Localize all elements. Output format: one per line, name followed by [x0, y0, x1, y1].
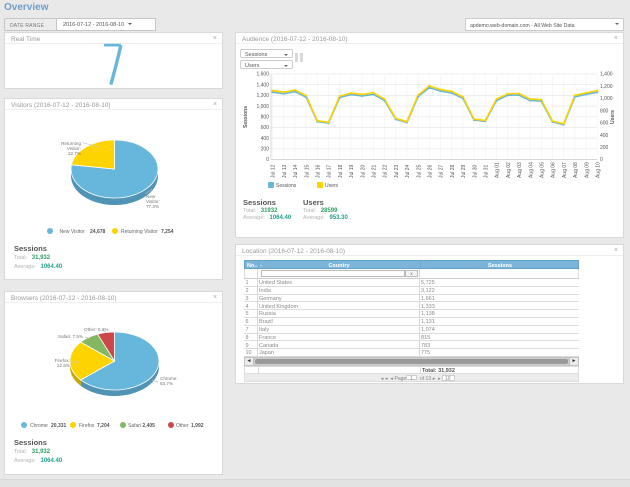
svg-text:Aug 08: Aug 08: [573, 162, 579, 178]
svg-text:Jul 18: Jul 18: [338, 164, 344, 178]
svg-text:1,000: 1,000: [256, 104, 269, 110]
svg-text:Jul 30: Jul 30: [472, 164, 478, 178]
svg-text:Users: Users: [610, 110, 616, 124]
svg-text:Jul 12: Jul 12: [271, 164, 277, 178]
svg-text:400: 400: [261, 136, 270, 142]
svg-text:Jul 14: Jul 14: [293, 164, 299, 178]
svg-text:Jul 26: Jul 26: [428, 164, 434, 178]
svg-text:Jul 28: Jul 28: [450, 164, 456, 178]
svg-text:200: 200: [600, 145, 609, 151]
svg-text:Jul 22: Jul 22: [383, 164, 389, 178]
svg-text:Aug 04: Aug 04: [528, 162, 534, 178]
svg-text:Jul 19: Jul 19: [349, 164, 355, 178]
svg-text:1,600: 1,600: [256, 72, 269, 78]
svg-text:1,200: 1,200: [256, 93, 269, 99]
svg-text:Aug 07: Aug 07: [562, 162, 568, 178]
svg-text:Jul 24: Jul 24: [405, 164, 411, 178]
svg-text:Jul 17: Jul 17: [327, 164, 333, 178]
svg-text:200: 200: [261, 147, 270, 153]
svg-text:Aug 05: Aug 05: [540, 162, 546, 178]
svg-text:400: 400: [600, 133, 609, 139]
svg-text:600: 600: [261, 125, 270, 131]
svg-text:Sessions: Sessions: [243, 106, 249, 128]
svg-text:1,200: 1,200: [600, 84, 613, 90]
svg-text:Jul 23: Jul 23: [394, 164, 400, 178]
svg-text:Jul 21: Jul 21: [372, 164, 378, 178]
svg-text:Aug 09: Aug 09: [584, 162, 590, 178]
svg-text:Aug 02: Aug 02: [506, 162, 512, 178]
svg-text:1,400: 1,400: [256, 82, 269, 88]
svg-text:Aug 01: Aug 01: [495, 162, 501, 178]
svg-text:Jul 20: Jul 20: [360, 164, 366, 178]
svg-text:600: 600: [600, 121, 609, 127]
svg-text:Aug 03: Aug 03: [517, 162, 523, 178]
svg-text:Jul 27: Jul 27: [439, 164, 445, 178]
svg-text:800: 800: [600, 108, 609, 114]
svg-text:Jul 13: Jul 13: [282, 164, 288, 178]
svg-text:Aug 10: Aug 10: [596, 162, 602, 178]
svg-text:1,000: 1,000: [600, 96, 613, 102]
svg-text:800: 800: [261, 115, 270, 121]
svg-text:Jul 25: Jul 25: [416, 164, 422, 178]
svg-text:0: 0: [266, 157, 269, 163]
svg-text:Jul 31: Jul 31: [484, 164, 490, 178]
svg-text:Aug 06: Aug 06: [551, 162, 557, 178]
svg-text:Jul 15: Jul 15: [304, 164, 310, 178]
svg-text:1,400: 1,400: [600, 72, 613, 78]
svg-text:Jul 16: Jul 16: [316, 164, 322, 178]
svg-text:Jul 29: Jul 29: [461, 164, 467, 178]
